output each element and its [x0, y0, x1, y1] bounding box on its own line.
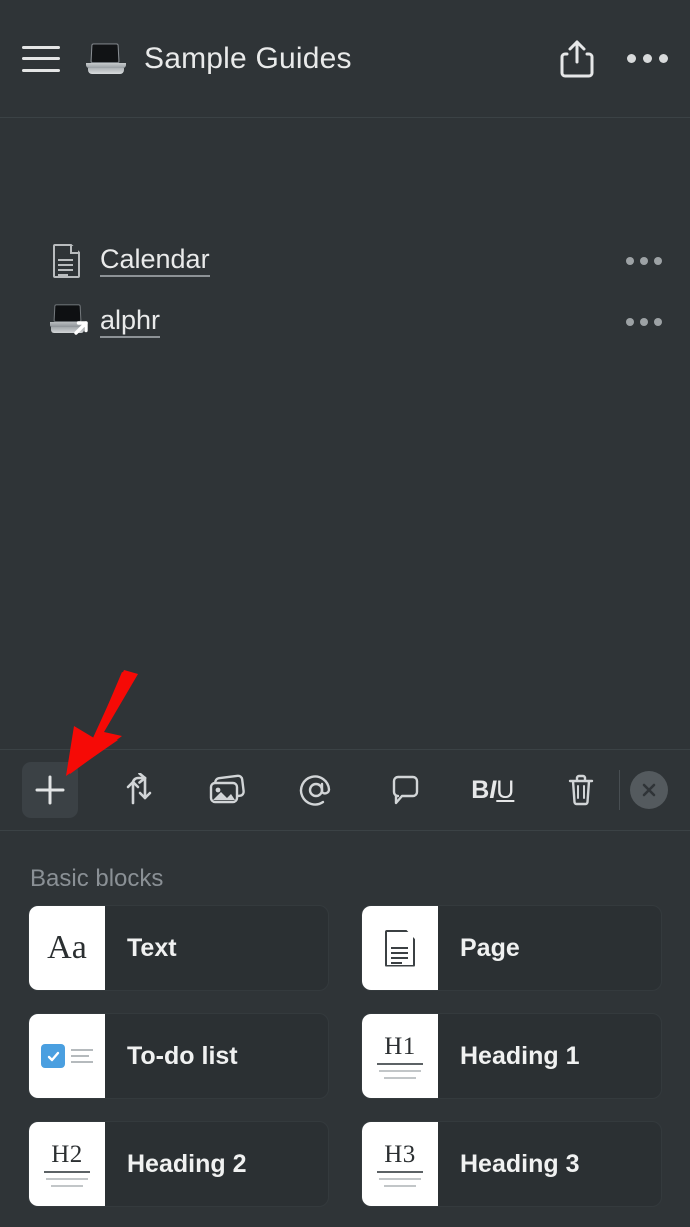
- block-option-heading-1[interactable]: H1 Heading 1: [361, 1013, 662, 1099]
- block-picker-panel: Basic blocks Aa Text Page To-do list H1 …: [0, 832, 690, 1227]
- delete-block-button[interactable]: [553, 762, 609, 818]
- insert-image-button[interactable]: [199, 762, 255, 818]
- block-option-heading-2[interactable]: H2 Heading 2: [28, 1121, 329, 1207]
- list-item[interactable]: alphr: [0, 294, 690, 350]
- share-icon[interactable]: [559, 39, 595, 79]
- text-aa-icon: Aa: [29, 906, 105, 990]
- block-option-label: Text: [127, 933, 177, 962]
- list-item-label[interactable]: Calendar: [100, 245, 210, 278]
- block-option-todo-list[interactable]: To-do list: [28, 1013, 329, 1099]
- checkbox-icon: [29, 1014, 105, 1098]
- hamburger-menu-icon[interactable]: [22, 45, 60, 72]
- app-header: Sample Guides: [0, 0, 690, 118]
- laptop-link-icon: [50, 302, 88, 342]
- notion-mobile-screen: Sample Guides Calendar alphr BIU Basic b…: [0, 0, 690, 1227]
- format-text-label: BIU: [471, 775, 515, 804]
- document-icon: [50, 241, 88, 281]
- add-block-button[interactable]: [22, 762, 78, 818]
- heading-2-icon: H2: [29, 1122, 105, 1206]
- block-option-text[interactable]: Aa Text: [28, 905, 329, 991]
- block-option-heading-3[interactable]: H3 Heading 3: [361, 1121, 662, 1207]
- toolbar-divider: [619, 770, 621, 810]
- block-option-label: Heading 2: [127, 1149, 247, 1178]
- mention-button[interactable]: [288, 762, 344, 818]
- block-option-label: Page: [460, 933, 520, 962]
- block-toolbar: BIU: [0, 749, 690, 831]
- page-icon: [362, 906, 438, 990]
- close-icon[interactable]: [630, 771, 669, 809]
- move-block-button[interactable]: [111, 762, 167, 818]
- block-option-label: Heading 3: [460, 1149, 580, 1178]
- block-option-label: Heading 1: [460, 1041, 580, 1070]
- page-content: Calendar alphr: [0, 119, 690, 748]
- more-options-icon[interactable]: [626, 318, 662, 326]
- block-option-page[interactable]: Page: [361, 905, 662, 991]
- list-item[interactable]: Calendar: [0, 233, 690, 289]
- more-options-icon[interactable]: [627, 54, 668, 63]
- header-actions: [559, 39, 668, 79]
- laptop-emoji: [86, 42, 126, 76]
- section-title: Basic blocks: [30, 865, 164, 892]
- heading-1-icon: H1: [362, 1014, 438, 1098]
- more-options-icon[interactable]: [626, 257, 662, 265]
- block-grid: Aa Text Page To-do list H1 Heading 1 H2 …: [28, 905, 662, 1207]
- comment-button[interactable]: [377, 762, 433, 818]
- page-title: Sample Guides: [144, 41, 352, 75]
- format-text-button[interactable]: BIU: [465, 762, 520, 818]
- block-option-label: To-do list: [127, 1041, 238, 1070]
- heading-3-icon: H3: [362, 1122, 438, 1206]
- list-item-label[interactable]: alphr: [100, 306, 161, 339]
